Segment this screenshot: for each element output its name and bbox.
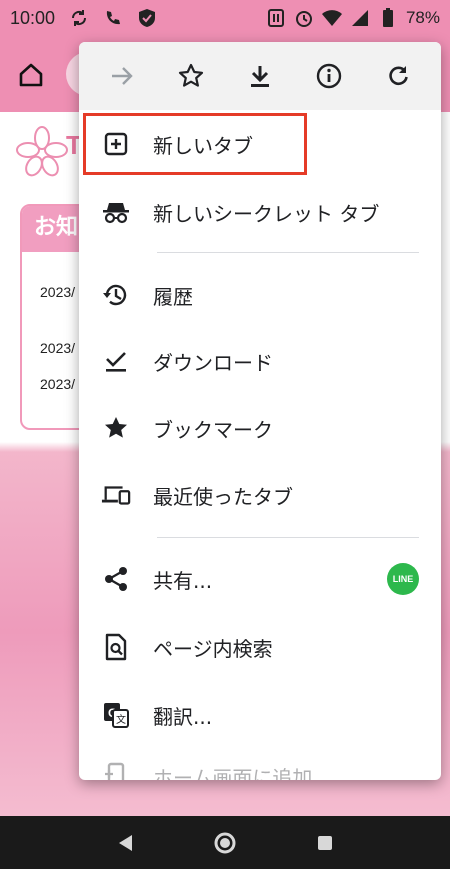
menu-item-label: 翻訳...: [153, 704, 213, 729]
translate-icon: G文: [101, 700, 131, 730]
menu-item-label: 共有...: [153, 568, 213, 593]
menu-item-history[interactable]: 履歴: [79, 267, 441, 323]
menu-item-label: ホーム画面に追加: [153, 765, 313, 781]
home-circle-icon[interactable]: [213, 831, 237, 855]
menu-item-recent-tabs[interactable]: 最近使ったタブ: [79, 467, 441, 523]
svg-text:文: 文: [116, 713, 126, 726]
battery-icon: [378, 8, 398, 28]
status-time: 10:00: [10, 7, 56, 28]
find-in-page-icon: [101, 632, 131, 662]
menu-divider: [157, 537, 419, 538]
menu-item-add-to-home[interactable]: ホーム画面に追加: [79, 748, 441, 780]
menu-item-downloads[interactable]: ダウンロード: [79, 333, 441, 389]
wifi-icon: [321, 8, 342, 28]
alarm-icon: [294, 8, 314, 28]
notice-date[interactable]: 2023/: [40, 340, 75, 356]
menu-item-label: ブックマーク: [153, 417, 273, 442]
browser-overflow-menu: 新しいタブ 新しいシークレット タブ 履歴 ダウンロード ブックマーク 最近使っ…: [79, 42, 441, 780]
download-icon[interactable]: [243, 59, 277, 93]
signal-icon: [350, 8, 370, 28]
menu-item-new-tab[interactable]: 新しいタブ: [79, 116, 441, 172]
share-icon: [101, 564, 131, 594]
line-app-icon[interactable]: LINE: [387, 563, 419, 595]
sakura-logo-icon: [14, 124, 70, 180]
menu-item-label: 新しいシークレット タブ: [153, 201, 380, 226]
menu-item-label: 最近使ったタブ: [153, 484, 293, 509]
menu-action-row: [79, 42, 441, 110]
info-icon[interactable]: [312, 59, 346, 93]
star-outline-icon[interactable]: [174, 59, 208, 93]
back-icon[interactable]: [113, 831, 137, 855]
system-nav-bar: [0, 816, 450, 869]
menu-item-share[interactable]: 共有... LINE: [79, 551, 441, 607]
menu-item-translate[interactable]: G文 翻訳...: [79, 687, 441, 743]
sync-icon: [69, 8, 89, 28]
call-icon: [103, 8, 123, 28]
shield-icon: [137, 8, 157, 28]
menu-item-label: 新しいタブ: [153, 133, 253, 158]
nfc-icon: [266, 8, 286, 28]
recents-icon[interactable]: [313, 831, 337, 855]
refresh-icon[interactable]: [381, 59, 415, 93]
devices-icon: [101, 480, 131, 510]
menu-item-find-in-page[interactable]: ページ内検索: [79, 619, 441, 675]
menu-item-label: 履歴: [153, 284, 193, 309]
menu-item-new-incognito-tab[interactable]: 新しいシークレット タブ: [79, 184, 441, 240]
notice-date[interactable]: 2023/: [40, 284, 75, 300]
forward-icon[interactable]: [105, 59, 139, 93]
menu-item-bookmarks[interactable]: ブックマーク: [79, 400, 441, 456]
menu-divider: [157, 252, 419, 253]
status-bar: 10:00 78%: [0, 0, 450, 36]
home-icon[interactable]: [14, 58, 48, 92]
menu-item-label: ページ内検索: [153, 636, 273, 661]
download-check-icon: [101, 346, 131, 376]
menu-item-label: ダウンロード: [153, 350, 273, 375]
incognito-icon: [101, 197, 131, 227]
history-icon: [101, 280, 131, 310]
star-icon: [101, 413, 131, 443]
new-tab-icon: [101, 129, 131, 159]
add-to-home-icon: [101, 761, 131, 780]
notice-date[interactable]: 2023/: [40, 376, 75, 392]
battery-level: 78%: [405, 8, 440, 27]
